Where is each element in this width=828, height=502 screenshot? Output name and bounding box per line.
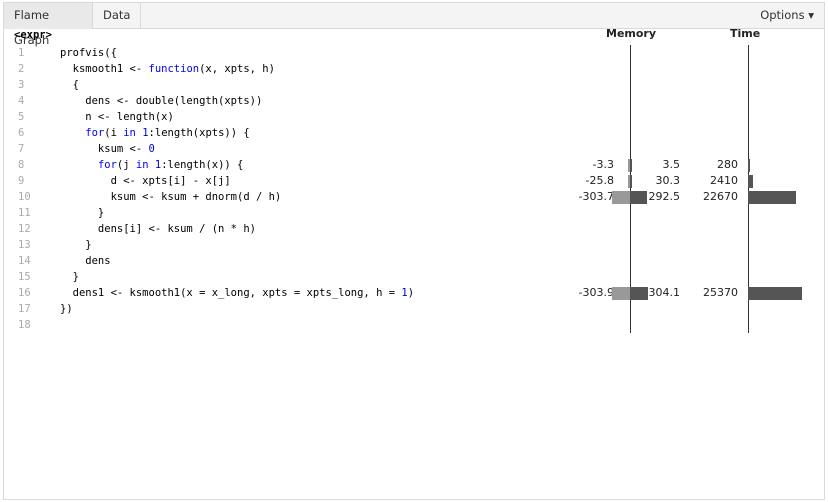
memory-alloc-value: 304.1 (648, 286, 681, 299)
line-number: 3 (18, 79, 25, 91)
line-number: 2 (18, 63, 25, 75)
line-number: 17 (18, 303, 31, 315)
code-row[interactable]: 13 } (4, 237, 824, 253)
code-row[interactable]: 17}) (4, 301, 824, 317)
line-number: 13 (18, 239, 31, 251)
line-number: 15 (18, 271, 31, 283)
memory-alloc-bar (630, 159, 632, 172)
code-row[interactable]: 12 dens[i] <- ksum / (n * h) (4, 221, 824, 237)
profvis-panel: Flame Graph Data Options ▾ <expr> Memory… (3, 2, 825, 500)
time-value: 25370 (703, 286, 738, 299)
memory-alloc-value: 3.5 (662, 158, 681, 171)
tab-data[interactable]: Data (93, 3, 141, 29)
code-text: } (60, 239, 92, 251)
memory-dealloc-bar (612, 191, 630, 204)
code-text: dens (60, 255, 111, 267)
expr-label: <expr> (14, 29, 52, 41)
code-text: d <- xpts[i] - x[j] (60, 175, 231, 187)
code-text: dens[i] <- ksum / (n * h) (60, 223, 256, 235)
code-row[interactable]: 7 ksum <- 0 (4, 141, 824, 157)
code-row[interactable]: 14 dens (4, 253, 824, 269)
code-text: { (60, 79, 79, 91)
code-text: profvis({ (60, 47, 117, 59)
code-row[interactable]: 18 (4, 317, 824, 333)
memory-dealloc-value: -3.3 (592, 158, 614, 171)
code-row[interactable]: 10 ksum <- ksum + dnorm(d / h) -303.7 292.… (4, 189, 824, 205)
line-number: 10 (18, 191, 31, 203)
line-number: 7 (18, 143, 25, 155)
code-row[interactable]: 5 n <- length(x) (4, 109, 824, 125)
code-text: } (60, 271, 79, 283)
tab-bar: Flame Graph Data Options ▾ (4, 3, 824, 47)
line-number: 16 (18, 287, 31, 299)
code-text: }) (60, 303, 73, 315)
code-row[interactable]: 1 profvis({ (4, 45, 824, 61)
line-number: 18 (18, 319, 31, 331)
options-dropdown[interactable]: Options ▾ (760, 3, 814, 29)
memory-alloc-value: 30.3 (655, 174, 681, 187)
code-row[interactable]: 3 { (4, 77, 824, 93)
code-text: ksum <- ksum + dnorm(d / h) (60, 191, 282, 203)
memory-column-header: Memory (606, 27, 657, 40)
memory-alloc-bar (630, 175, 632, 188)
code-text: for(j in 1:length(x)) { (97, 159, 244, 171)
code-text: dens1 <- ksmooth1(x = x_long, xpts = xpt… (60, 287, 415, 299)
code-row[interactable]: 4 dens <- double(length(xpts)) (4, 93, 824, 109)
code-row[interactable]: 6 for(i in 1:length(xpts)) { (4, 125, 824, 141)
tab-flame-graph[interactable]: Flame Graph (4, 3, 93, 47)
memory-dealloc-value: -25.8 (585, 174, 614, 187)
time-column-header: Time (730, 27, 761, 40)
time-bar (748, 175, 754, 188)
code-row[interactable]: 9 d <- xpts[i] - x[j] -25.8 30.3 2410 (4, 173, 824, 189)
code-text: for(i in 1:length(xpts)) { (85, 127, 250, 139)
time-bar (748, 287, 802, 300)
line-number: 12 (18, 223, 31, 235)
line-number: 1 (18, 47, 25, 59)
code-row[interactable]: 16 dens1 <- ksmooth1(x = x_long, xpts = … (4, 285, 824, 301)
code-text: dens <- double(length(xpts)) (60, 95, 263, 107)
line-number: 11 (18, 207, 31, 219)
line-number: 6 (18, 127, 25, 139)
code-row[interactable]: 15 } (4, 269, 824, 285)
time-value: 22670 (703, 190, 738, 203)
time-bar (748, 159, 750, 172)
memory-dealloc-value: -303.9 (578, 286, 614, 299)
memory-dealloc-value: -303.7 (578, 190, 614, 203)
code-text: ksmooth1 <- function(x, xpts, h) (60, 63, 275, 75)
line-number: 5 (18, 111, 25, 123)
code-text: } (60, 207, 105, 219)
code-text: n <- length(x) (60, 111, 174, 123)
code-row[interactable]: 2 ksmooth1 <- function(x, xpts, h) (4, 61, 824, 77)
code-row[interactable]: 11 } (4, 205, 824, 221)
line-number: 9 (18, 175, 25, 187)
code-text: ksum <- 0 (60, 143, 155, 155)
time-value: 2410 (710, 174, 738, 187)
line-number: 14 (18, 255, 31, 267)
time-bar (748, 191, 797, 204)
memory-dealloc-bar (612, 287, 630, 300)
code-row[interactable]: 8 for(j in 1:length(x)) { -3.3 3.5 280 (4, 157, 824, 173)
line-number: 8 (18, 159, 25, 171)
memory-alloc-value: 292.5 (648, 190, 681, 203)
time-value: 280 (717, 158, 738, 171)
line-number: 4 (18, 95, 25, 107)
code-listing: 1 profvis({ 2 ksmooth1 <- function(x, xpts… (4, 45, 824, 335)
